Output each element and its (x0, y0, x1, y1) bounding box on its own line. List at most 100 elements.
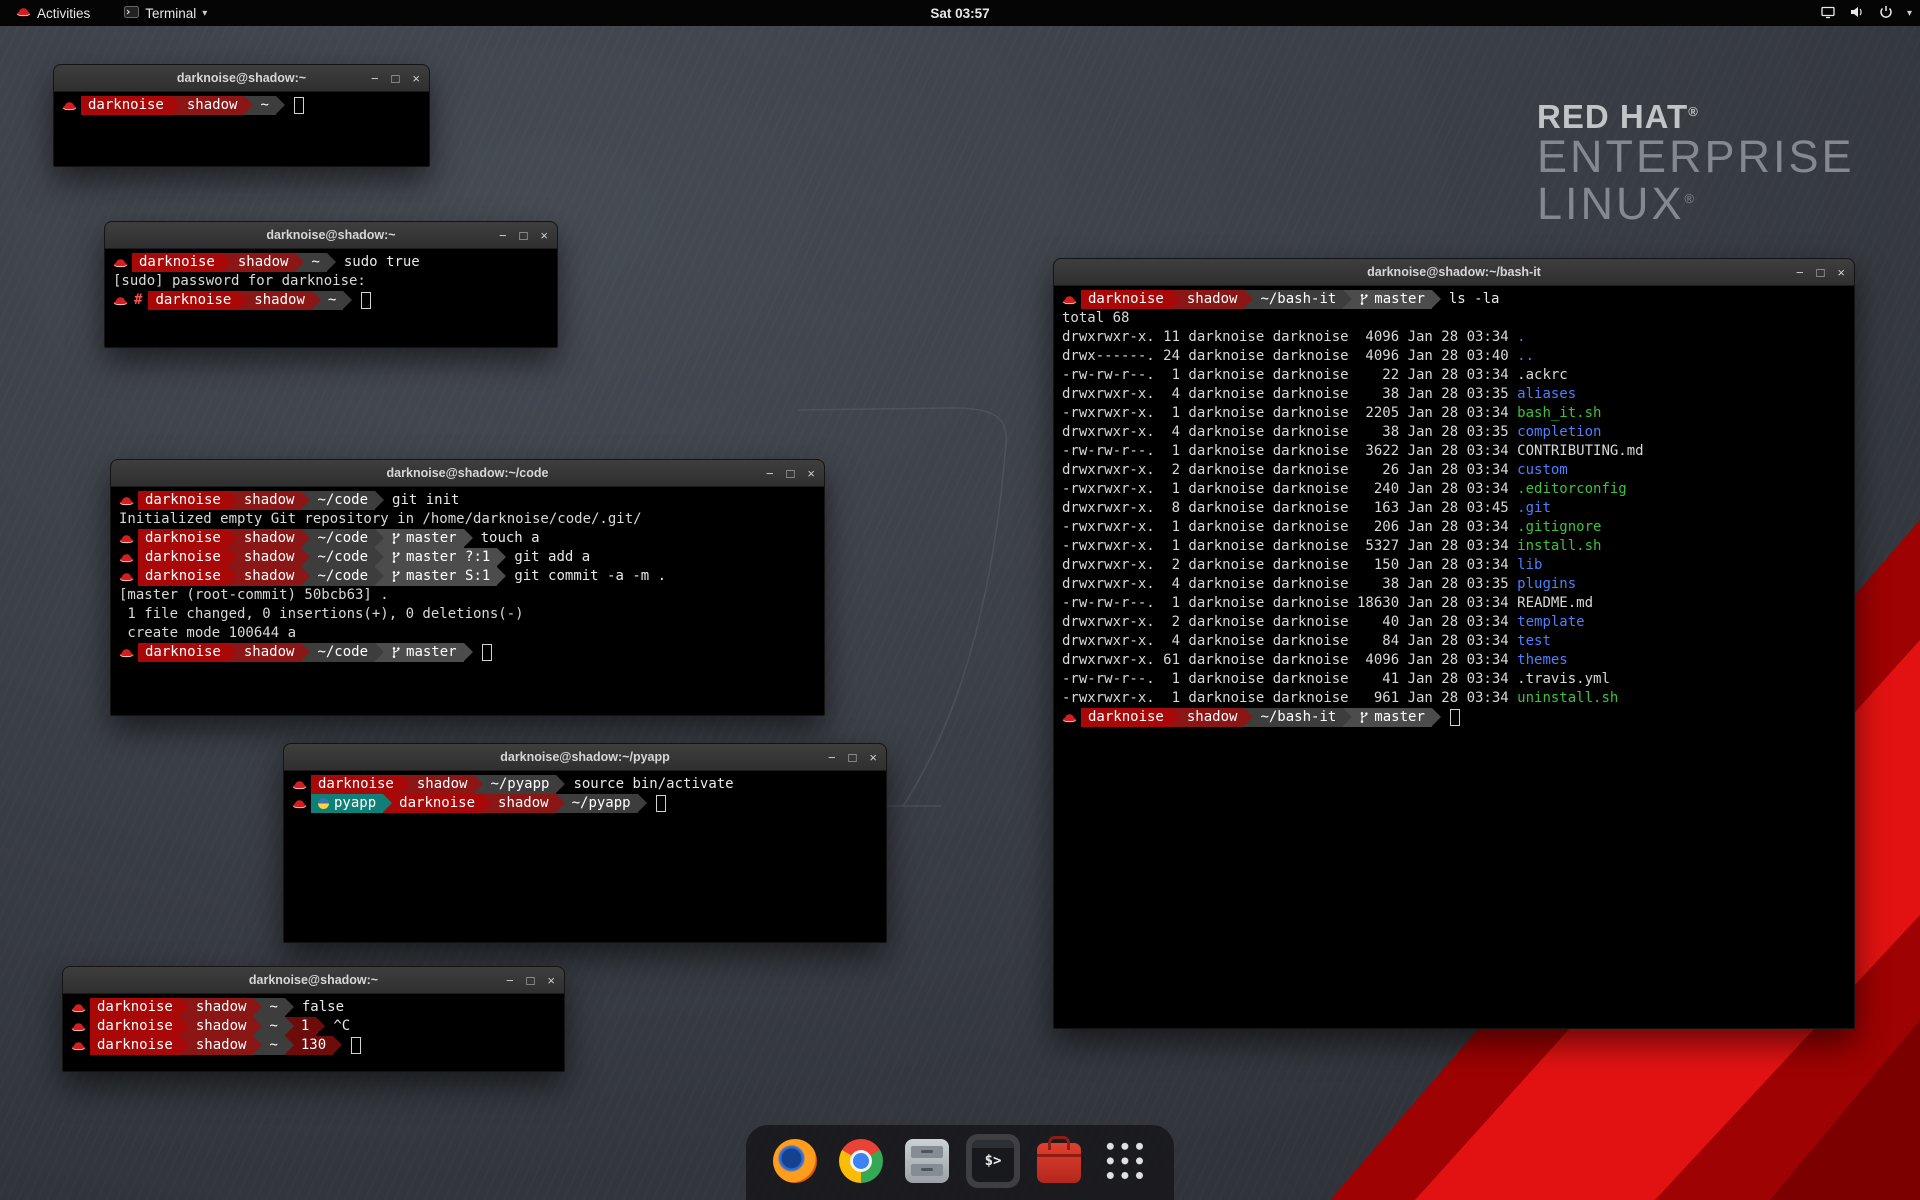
minimize-button[interactable]: − (371, 72, 379, 85)
file-listing-columns: -rw-rw-r--. 1 darknoise darknoise 41 Jan… (1062, 670, 1517, 689)
clock[interactable]: Sat 03:57 (930, 6, 989, 21)
file-name: uninstall.sh (1517, 689, 1618, 708)
titlebar[interactable]: darknoise@shadow:~/bash-it − □ × (1054, 259, 1854, 286)
file-listing-columns: drwxrwxr-x. 4 darknoise darknoise 38 Jan… (1062, 385, 1517, 404)
prompt-segment-git: master S:1 (384, 567, 497, 586)
terminal-content[interactable]: darknoiseshadow~ (54, 92, 429, 119)
chrome-icon (839, 1139, 883, 1183)
output-text: Initialized empty Git repository in /hom… (119, 510, 642, 529)
powerline-separator-icon (276, 96, 285, 115)
powerline-separator-icon (1171, 290, 1180, 309)
terminal-content[interactable]: darknoiseshadow~falsedarknoiseshadow~1^C… (63, 994, 564, 1059)
app-menu-terminal[interactable]: Terminal ▾ (118, 0, 213, 26)
redhat-logo-icon (16, 6, 31, 21)
prompt-segment-host: shadow (247, 291, 312, 310)
display-icon[interactable] (1820, 4, 1836, 23)
desktop: { "user": "darknoise", "host": "shadow",… (0, 0, 1920, 1200)
output-text: total 68 (1062, 309, 1129, 328)
maximize-button[interactable]: □ (1817, 266, 1825, 279)
powerline-separator-icon (295, 253, 304, 272)
dock-item-toolbox[interactable] (1032, 1134, 1086, 1188)
prompt-segment-user: darknoise (148, 291, 238, 310)
files-icon (905, 1139, 949, 1183)
powerline-separator-icon (464, 529, 473, 548)
terminal-line: darknoiseshadow~/codemaster S:1git commi… (119, 567, 816, 586)
terminal-content[interactable]: darknoiseshadow~/pyappsource bin/activat… (284, 771, 886, 817)
powerline-separator-icon (301, 548, 310, 567)
minimize-button[interactable]: − (766, 467, 774, 480)
redhat-prompt-icon (62, 99, 78, 112)
terminal-line: darknoiseshadow~130 (71, 1036, 556, 1055)
powerline-separator-icon (474, 775, 483, 794)
terminal-line: drwxrwxr-x. 2 darknoise darknoise 26 Jan… (1062, 461, 1846, 480)
powerline-separator-icon (312, 291, 321, 310)
minimize-button[interactable]: − (506, 974, 514, 987)
file-name: . (1517, 328, 1525, 347)
prompt-segment-host: shadow (189, 1017, 254, 1036)
file-listing-columns: -rwxrwxr-x. 1 darknoise darknoise 961 Ja… (1062, 689, 1517, 708)
maximize-button[interactable]: □ (392, 72, 400, 85)
prompt-segment-host: shadow (410, 775, 475, 794)
terminal-content[interactable]: darknoiseshadow~sudo true[sudo] password… (105, 249, 557, 314)
terminal-content[interactable]: darknoiseshadow~/codegit initInitialized… (111, 487, 824, 666)
powerline-separator-icon (1343, 290, 1352, 309)
minimize-button[interactable]: − (828, 751, 836, 764)
close-button[interactable]: × (869, 751, 877, 764)
minimize-button[interactable]: − (499, 229, 507, 242)
dock-item-app-grid[interactable] (1098, 1134, 1152, 1188)
file-name: .travis.yml (1517, 670, 1610, 689)
terminal-line: -rwxrwxr-x. 1 darknoise darknoise 206 Ja… (1062, 518, 1846, 537)
command-text: touch a (481, 529, 540, 548)
prompt-segment-host: shadow (237, 643, 302, 662)
terminal-window-code: darknoise@shadow:~/code − □ × darknoises… (110, 459, 825, 716)
powerline-separator-icon (375, 529, 384, 548)
dock-item-files[interactable] (900, 1134, 954, 1188)
terminal-line: darknoiseshadow~/codemaster (119, 643, 816, 662)
redhat-prompt-icon (119, 646, 135, 659)
maximize-button[interactable]: □ (520, 229, 528, 242)
chevron-down-icon[interactable]: ▾ (1907, 8, 1912, 19)
terminal-line: -rw-rw-r--. 1 darknoise darknoise 3622 J… (1062, 442, 1846, 461)
prompt-segment-path: ~ (262, 998, 284, 1017)
activities-button[interactable]: Activities (10, 0, 96, 26)
titlebar[interactable]: darknoise@shadow:~ − □ × (105, 222, 557, 249)
prompt-segment-path: ~ (304, 253, 326, 272)
close-button[interactable]: × (807, 467, 815, 480)
powerline-separator-icon (556, 794, 565, 813)
volume-icon[interactable] (1849, 4, 1865, 23)
redhat-prompt-icon (113, 294, 129, 307)
maximize-button[interactable]: □ (849, 751, 857, 764)
close-button[interactable]: × (412, 72, 420, 85)
file-name: install.sh (1517, 537, 1601, 556)
powerline-separator-icon (375, 491, 384, 510)
prompt-segment-path: ~ (253, 96, 275, 115)
power-icon[interactable] (1878, 4, 1894, 23)
close-button[interactable]: × (1837, 266, 1845, 279)
titlebar[interactable]: darknoise@shadow:~/code − □ × (111, 460, 824, 487)
prompt-segment-user: darknoise (138, 548, 228, 567)
titlebar[interactable]: darknoise@shadow:~ − □ × (63, 967, 564, 994)
redhat-prompt-icon (119, 570, 135, 583)
close-button[interactable]: × (547, 974, 555, 987)
dock-item-chrome[interactable] (834, 1134, 888, 1188)
maximize-button[interactable]: □ (527, 974, 535, 987)
terminal-window-bash-it: darknoise@shadow:~/bash-it − □ × darknoi… (1053, 258, 1855, 1029)
terminal-content[interactable]: darknoiseshadow~/bash-itmasterls -latota… (1054, 286, 1854, 731)
maximize-button[interactable]: □ (787, 467, 795, 480)
prompt-segment-host: shadow (180, 96, 245, 115)
dock-item-firefox[interactable] (768, 1134, 822, 1188)
titlebar[interactable]: darknoise@shadow:~ − □ × (54, 65, 429, 92)
close-button[interactable]: × (540, 229, 548, 242)
dock-item-terminal[interactable]: $> (966, 1134, 1020, 1188)
minimize-button[interactable]: − (1796, 266, 1804, 279)
titlebar[interactable]: darknoise@shadow:~/pyapp − □ × (284, 744, 886, 771)
powerline-separator-icon (228, 567, 237, 586)
file-name: template (1517, 613, 1584, 632)
file-name: .gitignore (1517, 518, 1601, 537)
powerline-separator-icon (383, 794, 392, 813)
terminal-cursor (294, 97, 304, 114)
terminal-line: -rwxrwxr-x. 1 darknoise darknoise 240 Ja… (1062, 480, 1846, 499)
file-listing-columns: drwxrwxr-x. 2 darknoise darknoise 150 Ja… (1062, 556, 1517, 575)
prompt-segment-user: darknoise (90, 998, 180, 1017)
prompt-segment-git: master ?:1 (384, 548, 497, 567)
